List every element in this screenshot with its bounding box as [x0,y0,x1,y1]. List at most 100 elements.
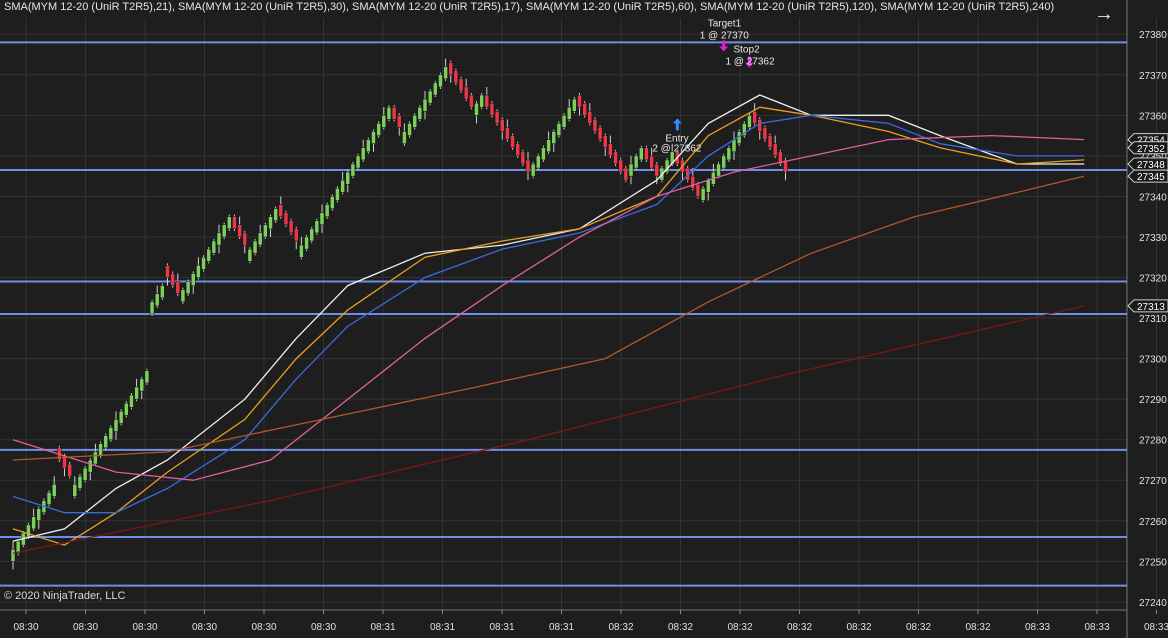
candle-up [191,273,196,286]
arrow-right-icon[interactable]: → [1094,4,1116,24]
candle-up [36,508,41,522]
candle-up [185,281,191,294]
candle-up [479,94,484,108]
candle-up [541,147,546,161]
candle-down [500,119,505,132]
candle-up [129,394,134,408]
x-tick-label: 08:32 [906,622,931,633]
entry-sublabel: 2 @ 27362 [652,143,702,154]
candle-up [304,236,309,250]
candle-down [294,228,299,242]
y-tick-label: 27330 [1139,233,1167,244]
candle-up [716,163,721,177]
y-tick-label: 27260 [1139,517,1167,528]
stop2-label: Stop2 [733,45,760,56]
x-tick-label: 08:31 [489,622,514,633]
candle-up [402,131,407,144]
candle-up [72,484,78,497]
x-tick-label: 08:32 [787,622,812,633]
candle-up [51,484,57,497]
candle-down [613,151,618,165]
candle-down [649,155,654,169]
candle-up [160,285,165,299]
candle-down [170,273,175,286]
candle-up [345,171,350,185]
candle-up [299,244,304,258]
y-tick-label: 27360 [1139,111,1167,122]
candle-up [324,204,330,217]
candle-up [443,66,448,80]
candle-down [397,115,402,128]
candle-down [232,216,237,230]
candle-up [93,451,98,465]
candle-up [263,224,268,238]
y-tick-label: 27250 [1139,557,1167,568]
candle-down [510,135,515,149]
candle-down [654,163,659,177]
candle-down [448,62,453,76]
y-tick-label: 27320 [1139,274,1167,285]
stop2-sublabel: 1 @ 27362 [725,57,775,68]
candle-down [690,175,696,189]
candle-down [525,159,531,173]
candle-up [314,220,320,234]
candle-up [309,228,314,242]
chart-background [0,0,1168,638]
candle-up [747,115,752,128]
candle-up [77,475,83,489]
candle-down [278,204,284,217]
x-tick-label: 08:33 [1084,622,1109,633]
candle-down [453,70,459,84]
candle-up [556,123,562,136]
candle-down [484,94,490,108]
candle-down [623,167,629,181]
candle-up [721,155,726,169]
candle-up [706,179,711,193]
candle-up [124,402,129,416]
candle-up [247,248,253,262]
candle-down [494,111,500,124]
candle-up [700,188,706,201]
candle-up [427,90,433,104]
candle-up [546,139,551,153]
x-tick-label: 08:32 [727,622,752,633]
candle-up [149,301,155,315]
candle-down [505,127,510,140]
candle-down [489,102,495,116]
candle-up [433,82,438,96]
candle-up [113,419,119,432]
y-tick-label: 27300 [1139,355,1167,366]
candle-down [515,143,520,157]
candle-up [216,232,222,246]
candle-up [211,240,217,254]
candle-up [201,256,206,270]
candle-up [566,106,572,120]
candle-down [762,127,768,140]
candle-down [587,111,593,124]
candle-down [283,212,289,226]
candle-down [175,281,181,294]
candle-up [82,467,88,481]
candle-down [772,143,778,157]
candle-down [288,220,294,234]
candle-down [603,135,608,149]
candle-up [268,216,273,230]
candle-up [118,411,124,424]
candle-up [319,212,325,226]
candle-up [103,435,108,449]
candle-up [88,459,93,473]
x-tick-label: 08:33 [1144,622,1168,633]
candle-up [26,524,31,538]
candle-up [633,155,639,169]
candle-down [695,183,701,197]
candle-down [757,119,762,132]
copyright-label: © 2020 NinjaTrader, LLC [4,590,126,602]
candle-up [360,147,366,161]
candle-up [417,106,423,120]
candle-up [366,139,371,153]
candle-down [165,265,170,278]
candle-down [592,119,598,132]
candle-down [242,232,247,246]
x-tick-label: 08:30 [192,622,217,633]
price-chart[interactable]: Target11 @ 27370Stop21 @ 27362Entry2 @ 2… [0,0,1168,638]
